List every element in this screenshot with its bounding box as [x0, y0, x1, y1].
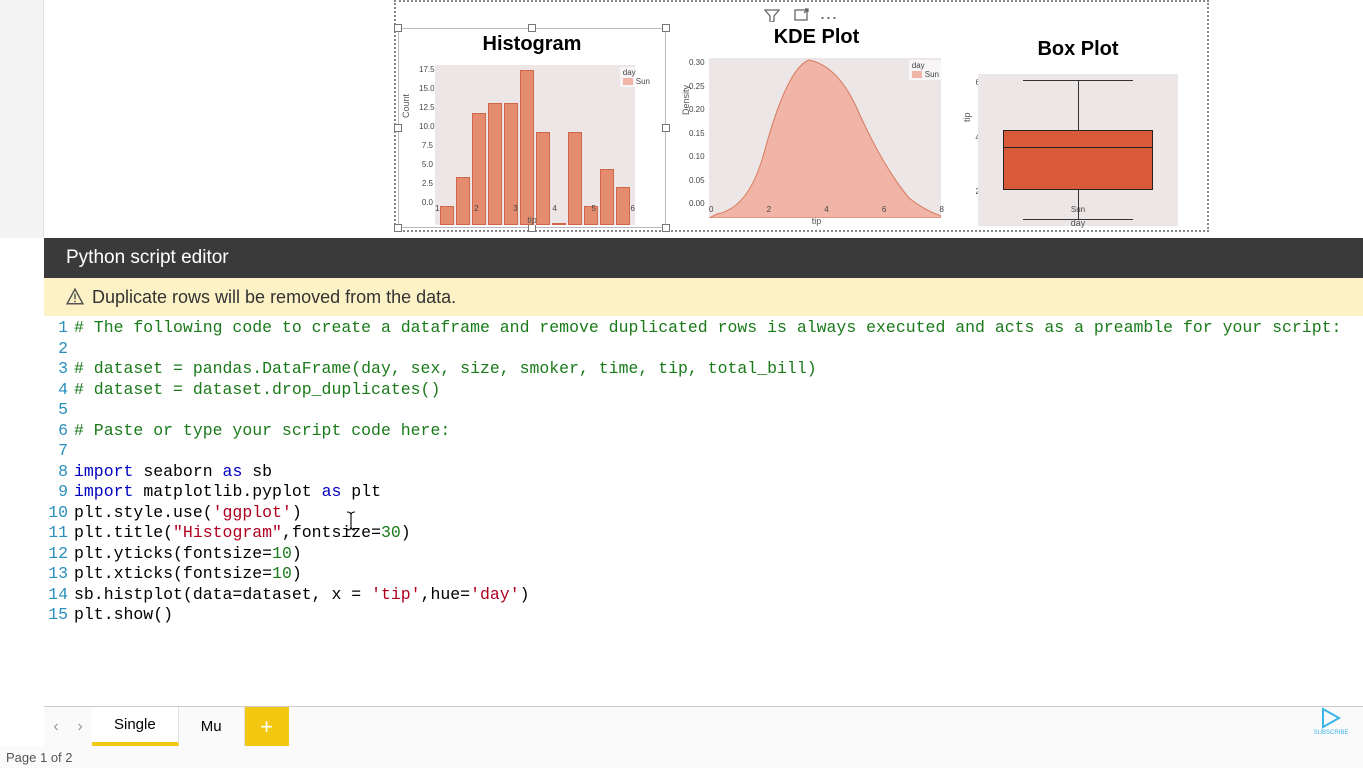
- histogram-bars: [435, 65, 635, 225]
- left-rail: [0, 0, 44, 238]
- tab-prev-button[interactable]: ‹: [44, 707, 68, 746]
- subscribe-icon: [1319, 706, 1343, 730]
- page-indicator: Page 1 of 2: [6, 750, 73, 765]
- y-axis-label: Count: [401, 94, 411, 118]
- resize-handle[interactable]: [528, 24, 536, 32]
- editor-title: Python script editor: [66, 247, 229, 269]
- resize-handle[interactable]: [394, 24, 402, 32]
- chart-title: Box Plot: [964, 34, 1192, 61]
- resize-handle[interactable]: [662, 24, 670, 32]
- histogram-visual[interactable]: Histogram Count 17.515.0 12.510.0 7.55.0…: [398, 28, 666, 228]
- boxplot-visual[interactable]: Box Plot 6 4 2 tip Sun day: [964, 34, 1192, 230]
- tab-single[interactable]: Single: [92, 707, 179, 746]
- x-axis-label: tip: [812, 216, 822, 226]
- resize-handle[interactable]: [528, 224, 536, 232]
- warning-icon: [66, 288, 84, 306]
- report-canvas[interactable]: ⋯ Histogram Count 17.515.0 12.510.0 7.55…: [44, 0, 1363, 238]
- legend: day Sun: [620, 67, 653, 87]
- box-rect: [1003, 130, 1153, 190]
- resize-handle[interactable]: [662, 224, 670, 232]
- warning-bar: Duplicate rows will be removed from the …: [44, 278, 1363, 316]
- x-ticks: 02 46 8: [709, 205, 944, 214]
- x-axis-label: day: [1071, 218, 1086, 228]
- status-bar: Page 1 of 2: [0, 746, 1363, 768]
- tab-next-button[interactable]: ›: [68, 707, 92, 746]
- chart-title: Histogram: [399, 29, 665, 56]
- kde-visual[interactable]: KDE Plot Density 0.300.25 0.200.15 0.100…: [679, 22, 954, 228]
- add-page-button[interactable]: +: [245, 707, 289, 746]
- page-tabs: ‹ › Single Mu +: [44, 706, 1363, 746]
- x-axis-label: tip: [527, 215, 537, 225]
- visual-container-selected[interactable]: ⋯ Histogram Count 17.515.0 12.510.0 7.55…: [394, 0, 1209, 232]
- x-ticks: 12 34 56: [435, 204, 635, 213]
- y-axis-label: tip: [962, 112, 972, 122]
- warning-text: Duplicate rows will be removed from the …: [92, 287, 456, 308]
- resize-handle[interactable]: [662, 124, 670, 132]
- plot-area: [978, 74, 1178, 226]
- x-ticks: Sun: [978, 205, 1178, 214]
- plot-area: [709, 58, 941, 218]
- subscribe-badge[interactable]: SUBSCRIBE: [1313, 706, 1349, 742]
- script-editor-header: Python script editor: [44, 238, 1363, 278]
- code-editor[interactable]: 1# The following code to create a datafr…: [44, 316, 1363, 706]
- plot-area: [435, 65, 635, 225]
- chart-title: KDE Plot: [679, 22, 954, 49]
- legend: day Sun: [909, 60, 942, 80]
- y-ticks: 0.300.25 0.200.15 0.100.05 0.00: [689, 58, 703, 208]
- tab-mu[interactable]: Mu: [179, 707, 245, 746]
- resize-handle[interactable]: [394, 124, 402, 132]
- y-ticks: 17.515.0 12.510.0 7.55.0 2.50.0: [419, 65, 433, 207]
- resize-handle[interactable]: [394, 224, 402, 232]
